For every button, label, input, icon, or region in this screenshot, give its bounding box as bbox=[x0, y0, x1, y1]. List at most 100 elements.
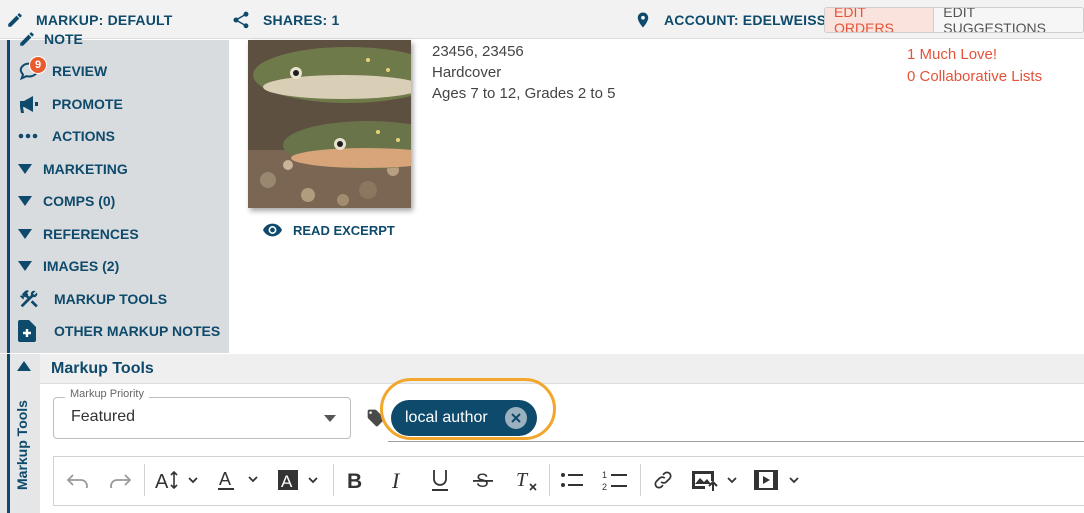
svg-text:A: A bbox=[281, 472, 293, 491]
bold-icon: B bbox=[347, 470, 362, 491]
sidebar-item-actions[interactable]: ACTIONS bbox=[18, 125, 115, 147]
top-bar: MARKUP: DEFAULT SHARES: 1 ACCOUNT: EDELW… bbox=[0, 0, 1084, 39]
caret-down-icon[interactable] bbox=[324, 415, 336, 422]
sidebar-item-label: MARKUP TOOLS bbox=[54, 291, 168, 307]
svg-text:T: T bbox=[516, 469, 529, 491]
shares-label: SHARES: 1 bbox=[263, 11, 340, 28]
fish-illustration bbox=[248, 40, 411, 208]
location-pin-icon bbox=[637, 12, 649, 27]
triangle-up-icon[interactable] bbox=[17, 361, 31, 371]
triangle-down-icon bbox=[18, 196, 32, 206]
background-color-icon: A bbox=[278, 470, 318, 491]
bulleted-list-button[interactable] bbox=[560, 466, 584, 494]
svg-text:2: 2 bbox=[602, 482, 607, 491]
triangle-down-icon bbox=[18, 164, 32, 174]
book-isbn: 23456, 23456 bbox=[432, 43, 524, 60]
toolbar-divider bbox=[53, 505, 1084, 506]
strikethrough-icon: S bbox=[473, 471, 493, 491]
clear-formatting-button[interactable]: T bbox=[513, 466, 539, 494]
sidebar-item-label: PROMOTE bbox=[52, 96, 123, 112]
vertical-tab-accent-line bbox=[7, 354, 10, 513]
sidebar-clip bbox=[0, 40, 229, 50]
pencil-icon bbox=[8, 12, 22, 27]
account-label: ACCOUNT: EDELWEISS bbox=[664, 11, 827, 28]
shares-button[interactable]: SHARES: 1 bbox=[231, 0, 339, 39]
video-icon bbox=[754, 470, 799, 490]
account-selector[interactable]: ACCOUNT: EDELWEISS bbox=[634, 0, 826, 39]
read-excerpt-label: READ EXCERPT bbox=[293, 222, 395, 238]
note-add-icon bbox=[18, 320, 36, 342]
sidebar-item-comps[interactable]: COMPS (0) bbox=[18, 190, 115, 212]
strikethrough-button[interactable]: S bbox=[471, 466, 495, 494]
megaphone-icon bbox=[20, 96, 38, 113]
insert-link-button[interactable] bbox=[651, 466, 675, 494]
toolbar-separator bbox=[333, 464, 334, 496]
svg-text:I: I bbox=[391, 469, 401, 491]
edit-mode-toggle: EDIT ORDERS EDIT SUGGESTIONS bbox=[824, 7, 1084, 33]
sidebar-item-marketing[interactable]: MARKETING bbox=[18, 158, 128, 180]
clear-formatting-icon: T bbox=[516, 469, 537, 491]
ellipsis-icon bbox=[18, 133, 38, 139]
tag-input-underline[interactable] bbox=[388, 441, 1084, 442]
sidebar-item-label: REVIEW bbox=[52, 63, 108, 79]
insert-media-button[interactable] bbox=[754, 466, 804, 494]
remove-tag-icon[interactable] bbox=[505, 407, 527, 429]
text-color-button[interactable]: A bbox=[217, 466, 263, 494]
redo-icon bbox=[110, 474, 131, 488]
sidebar-item-label: COMPS (0) bbox=[43, 193, 116, 209]
vertical-tab-label: Markup Tools bbox=[14, 400, 30, 490]
sidebar-item-images[interactable]: IMAGES (2) bbox=[18, 255, 119, 277]
font-size-icon: A bbox=[155, 470, 198, 491]
sidebar-item-references[interactable]: REFERENCES bbox=[18, 223, 139, 245]
undo-icon bbox=[67, 474, 88, 488]
italic-button[interactable]: I bbox=[386, 466, 410, 494]
numbered-list-icon: 12 bbox=[602, 470, 627, 491]
triangle-down-icon bbox=[18, 261, 32, 271]
link-icon bbox=[654, 471, 672, 489]
undo-button[interactable] bbox=[66, 466, 90, 494]
toolbar-separator bbox=[549, 464, 550, 496]
italic-icon: I bbox=[391, 469, 401, 491]
sidebar-item-label: IMAGES (2) bbox=[43, 258, 120, 274]
toolbar-separator bbox=[640, 464, 641, 496]
book-age-range: Ages 7 to 12, Grades 2 to 5 bbox=[432, 85, 616, 102]
tag-chip-label: local author bbox=[405, 409, 488, 426]
svg-text:A: A bbox=[155, 471, 169, 491]
svg-text:B: B bbox=[347, 470, 362, 491]
share-icon bbox=[233, 11, 249, 28]
sidebar-item-promote[interactable]: PROMOTE bbox=[18, 93, 123, 115]
sidebar-item-markup-tools[interactable]: MARKUP TOOLS bbox=[18, 288, 167, 310]
tools-icon bbox=[19, 290, 38, 308]
svg-text:1: 1 bbox=[602, 470, 607, 480]
edit-orders-button[interactable]: EDIT ORDERS bbox=[825, 8, 935, 32]
markup-label: MARKUP: DEFAULT bbox=[36, 11, 173, 28]
redo-button[interactable] bbox=[108, 466, 132, 494]
read-excerpt-link[interactable]: READ EXCERPT bbox=[263, 220, 395, 240]
image-upload-icon bbox=[692, 471, 737, 491]
sidebar-item-label: OTHER MARKUP NOTES bbox=[54, 323, 221, 339]
book-cover-image[interactable] bbox=[248, 40, 411, 208]
toolbar-separator bbox=[144, 464, 145, 496]
review-count-badge: 9 bbox=[29, 56, 47, 74]
sidebar-accent-line bbox=[7, 40, 10, 353]
markup-priority-legend: Markup Priority bbox=[65, 388, 149, 400]
svg-text:A: A bbox=[219, 469, 231, 489]
sidebar-item-review[interactable]: 9 REVIEW bbox=[18, 56, 108, 82]
insert-image-button[interactable] bbox=[690, 466, 742, 494]
underline-button[interactable] bbox=[428, 466, 452, 494]
eye-icon bbox=[263, 223, 282, 237]
sidebar-item-other-markup-notes[interactable]: OTHER MARKUP NOTES bbox=[18, 320, 220, 342]
text-color-icon: A bbox=[218, 469, 258, 490]
numbered-list-button[interactable]: 12 bbox=[602, 466, 628, 494]
bold-button[interactable]: B bbox=[343, 466, 367, 494]
markup-tools-panel-title: Markup Tools bbox=[40, 354, 1084, 384]
background-color-button[interactable]: A bbox=[277, 466, 323, 494]
collaborative-lists-link[interactable]: 0 Collaborative Lists bbox=[907, 68, 1042, 85]
edit-suggestions-button[interactable]: EDIT SUGGESTIONS bbox=[934, 8, 1083, 32]
book-format: Hardcover bbox=[432, 64, 502, 81]
triangle-down-icon bbox=[18, 229, 32, 239]
font-size-button[interactable]: A bbox=[155, 466, 203, 494]
much-love-link[interactable]: 1 Much Love! bbox=[907, 46, 997, 63]
markup-priority-value: Featured bbox=[71, 408, 136, 425]
sidebar-item-label: REFERENCES bbox=[43, 226, 139, 242]
